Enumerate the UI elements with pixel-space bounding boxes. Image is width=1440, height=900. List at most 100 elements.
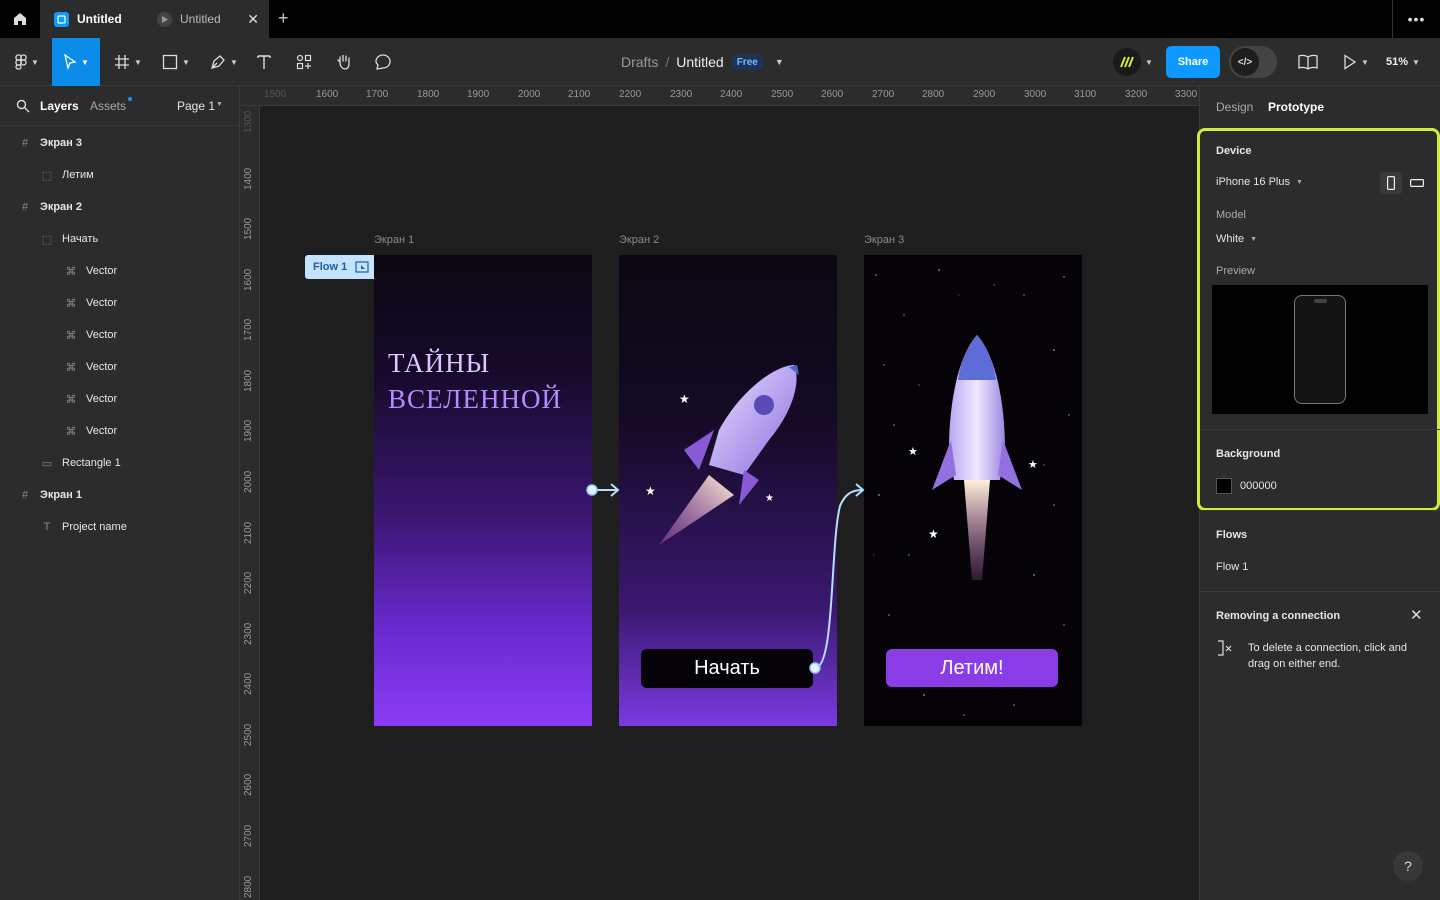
ruler-tick: 1900 (243, 419, 254, 442)
layer-row[interactable]: ⌘ Vector (0, 383, 240, 415)
removing-connection-text-line1: To delete a connection, click and (1248, 642, 1407, 654)
removing-connection-heading: Removing a connection (1216, 610, 1341, 622)
file-name[interactable]: Untitled (676, 54, 723, 70)
background-color-swatch[interactable] (1216, 478, 1232, 494)
move-tool-button[interactable]: ▼ (52, 38, 100, 86)
layer-row[interactable]: ⌘ Vector (0, 351, 240, 383)
connection-screen2-to-screen3[interactable] (814, 489, 863, 669)
share-button[interactable]: Share (1166, 46, 1220, 78)
ruler-tick: 2000 (243, 470, 254, 493)
vector-icon: ⌘ (65, 361, 77, 374)
tab-prototype[interactable]: Prototype (1268, 100, 1324, 114)
comment-icon (375, 54, 391, 70)
layer-row[interactable]: ⌘ Vector (0, 255, 240, 287)
ruler-tick: 3200 (1125, 89, 1148, 100)
layer-name: Vector (86, 265, 118, 277)
shape-tool-button[interactable]: ▼ (158, 38, 194, 86)
flow-list-item[interactable]: Flow 1 (1216, 561, 1248, 573)
layer-name: Rectangle 1 (62, 457, 121, 469)
rectangle-icon: ▭ (41, 457, 53, 470)
ruler-tick: 3300 (1175, 89, 1198, 100)
layer-name: Летим (62, 169, 94, 181)
breadcrumb-drafts[interactable]: Drafts (621, 54, 658, 70)
present-button[interactable]: ▼ (1338, 38, 1374, 86)
hand-tool-button[interactable] (332, 38, 356, 86)
layer-row[interactable]: # Экран 2 (0, 191, 240, 223)
layer-row[interactable]: # Экран 1 (0, 479, 240, 511)
chevron-down-icon: ▼ (134, 57, 142, 67)
layer-name: Vector (86, 393, 118, 405)
layer-row[interactable]: ⬚ Начать (0, 223, 240, 255)
background-hex-value[interactable]: 000000 (1240, 480, 1277, 492)
layer-name: Vector (86, 329, 118, 341)
ruler-tick: 2900 (973, 89, 996, 100)
connection-handle-start[interactable] (586, 484, 598, 496)
breadcrumb: Drafts / Untitled Free ▼ (621, 38, 784, 86)
layer-row[interactable]: ▭ Rectangle 1 (0, 447, 240, 479)
layer-row[interactable]: ⬚ Летим (0, 159, 240, 191)
background-heading: Background (1216, 448, 1281, 460)
layer-row[interactable]: # Экран 3 (0, 127, 240, 159)
connection-handle-start[interactable] (809, 662, 821, 674)
home-button[interactable] (0, 0, 40, 38)
layer-name: Экран 3 (40, 137, 82, 149)
search-icon[interactable] (16, 99, 30, 113)
layers-panel-tabs: Layers Assets Page 1 ▼ (0, 86, 240, 126)
prototype-connections (586, 483, 865, 674)
chevron-down-icon: ▼ (1296, 178, 1303, 186)
ruler-tick: 1500 (243, 217, 254, 240)
text-tool-button[interactable] (252, 38, 276, 86)
play-file-icon (157, 11, 172, 27)
ruler-tick: 2700 (243, 824, 254, 847)
multiplayer-avatar-button[interactable]: ▼ (1108, 38, 1158, 86)
cursor-icon (64, 54, 77, 70)
layer-row[interactable]: ⌘ Vector (0, 287, 240, 319)
ruler-tick: 1700 (243, 318, 254, 341)
model-label: Model (1216, 209, 1246, 221)
text-icon (257, 55, 271, 69)
ruler-horizontal: 1500 1600 1700 1800 1900 2000 2100 2200 … (240, 86, 1200, 106)
chevron-down-icon: ▼ (1250, 235, 1258, 243)
tab-layers[interactable]: Layers (40, 99, 79, 113)
preview-label: Preview (1216, 265, 1256, 277)
close-icon[interactable]: ✕ (1410, 606, 1423, 624)
device-heading: Device (1216, 145, 1252, 157)
frame-icon: # (21, 137, 29, 149)
dev-mode-toggle[interactable]: </> (1229, 46, 1277, 78)
frame-tool-button[interactable]: ▼ (110, 38, 146, 86)
ruler-vertical: 1300 1400 1500 1600 1700 1800 1900 2000 … (240, 106, 260, 900)
design-canvas[interactable]: Экран 1 Экран 2 Экран 3 Flow 1 ТАЙНЫ ВСЕ… (260, 106, 1199, 900)
more-options-icon[interactable]: ••• (1392, 0, 1440, 38)
layer-row[interactable]: ⌘ Vector (0, 319, 240, 351)
model-dropdown[interactable]: White ▼ (1216, 233, 1257, 245)
library-button[interactable] (1294, 38, 1322, 86)
page-selector[interactable]: Page 1 (177, 99, 215, 113)
ruler-tick: 2600 (243, 773, 254, 796)
layer-name: Экран 1 (40, 489, 82, 501)
zoom-level: 51% (1386, 56, 1409, 68)
resources-tool-button[interactable] (292, 38, 316, 86)
main-menu-button[interactable]: ▼ (12, 38, 42, 86)
home-icon (14, 13, 26, 25)
device-dropdown[interactable]: iPhone 16 Plus ▼ (1216, 176, 1303, 188)
tab-assets[interactable]: Assets (90, 99, 126, 113)
chevron-down-icon[interactable]: ▼ (775, 57, 784, 67)
ruler-tick: 1800 (243, 369, 254, 392)
group-icon: ⬚ (41, 233, 53, 246)
plan-badge[interactable]: Free (731, 54, 763, 70)
new-tab-plus-icon[interactable]: + (278, 8, 289, 29)
chevron-down-icon[interactable]: ▼ (216, 101, 223, 108)
landscape-orientation-button[interactable] (1406, 172, 1428, 194)
layer-row[interactable]: ⌘ Vector (0, 415, 240, 447)
portrait-orientation-button[interactable] (1380, 172, 1402, 194)
layer-row[interactable]: T Project name (0, 511, 240, 543)
pen-tool-button[interactable]: ▼ (206, 38, 242, 86)
zoom-dropdown[interactable]: 51% ▼ (1386, 38, 1420, 86)
comment-tool-button[interactable] (371, 38, 395, 86)
phone-notch (1314, 299, 1327, 303)
toolbar: ▼ ▼ ▼ ▼ ▼ Drafts / Untitled Free ▼ ▼ Sha… (0, 38, 1440, 86)
properties-panel: Design Prototype Device iPhone 16 Plus ▼… (1197, 86, 1440, 900)
tab-untitled[interactable]: Untitled (157, 0, 269, 38)
tab-design[interactable]: Design (1216, 100, 1253, 114)
help-button[interactable]: ? (1393, 851, 1423, 881)
